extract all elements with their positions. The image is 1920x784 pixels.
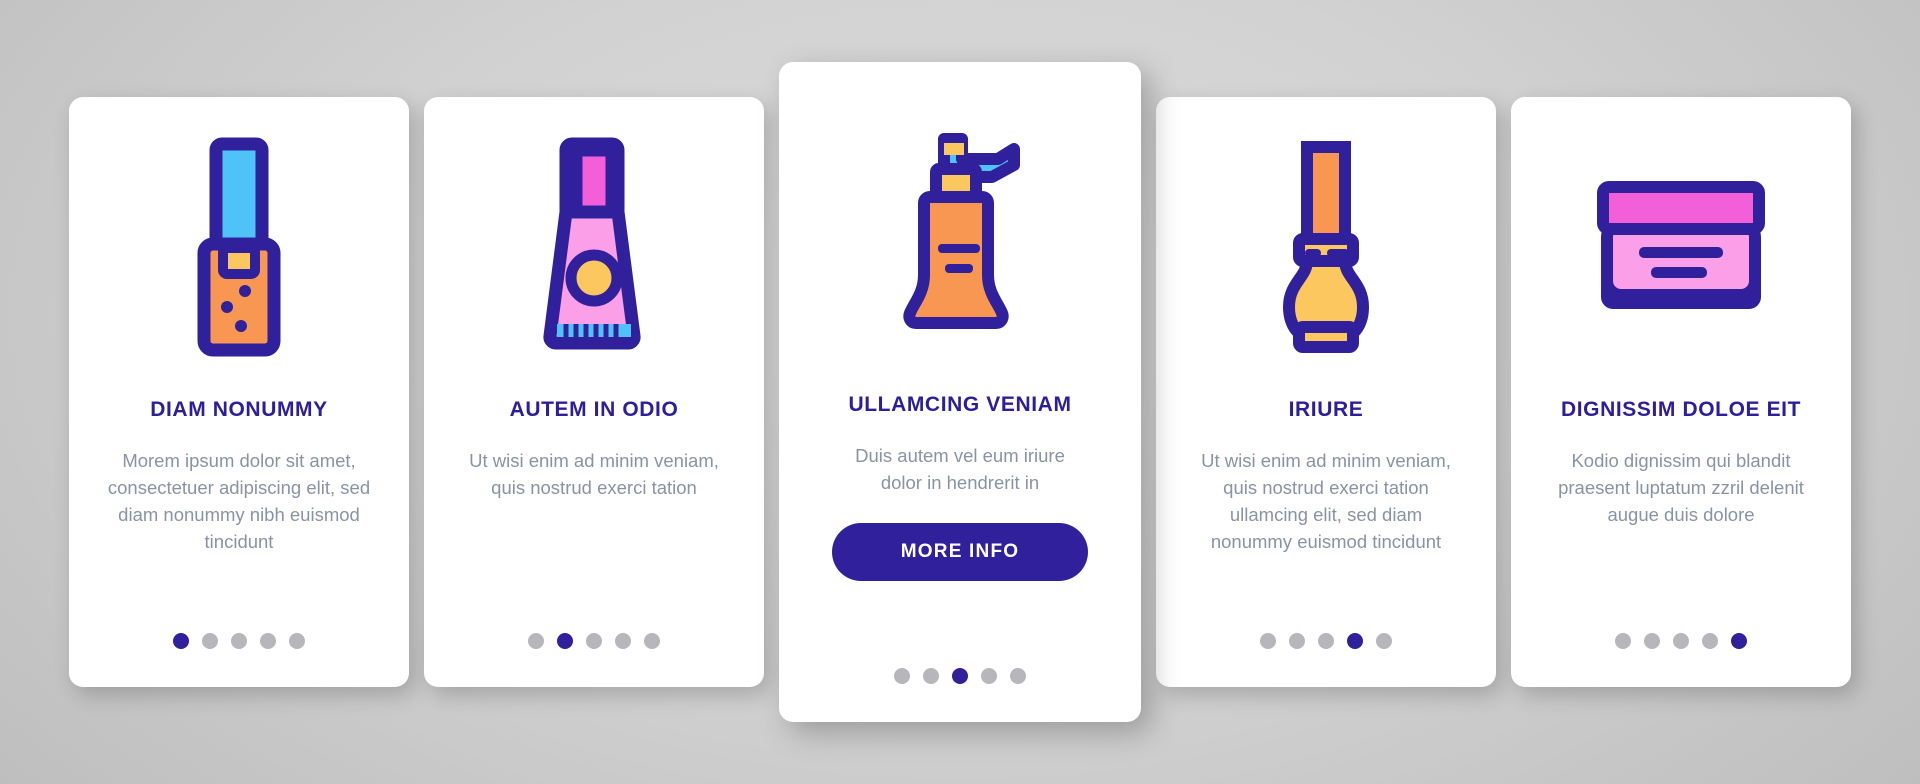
lipstick-applicator-icon <box>69 97 409 397</box>
card-title: AUTEM IN ODIO <box>509 398 679 421</box>
pagination-dot-3[interactable] <box>952 668 968 684</box>
pagination-dot-4[interactable] <box>615 633 631 649</box>
pagination-dot-5[interactable] <box>1731 633 1747 649</box>
pagination-dot-1[interactable] <box>173 633 189 649</box>
pagination-dot-2[interactable] <box>923 668 939 684</box>
pagination-dot-4[interactable] <box>1702 633 1718 649</box>
card-description: Morem ipsum dolor sit amet, consectetuer… <box>107 450 371 552</box>
pump-dispenser-bottle-icon <box>779 62 1141 392</box>
pagination-dot-3[interactable] <box>1673 633 1689 649</box>
onboarding-card-1[interactable]: DIAM NONUMMY Morem ipsum dolor sit amet,… <box>69 97 409 687</box>
pagination-dot-3[interactable] <box>1318 633 1334 649</box>
pagination-dot-2[interactable] <box>202 633 218 649</box>
pagination-dot-3[interactable] <box>231 633 247 649</box>
pagination-dots[interactable] <box>779 668 1141 684</box>
pagination-dot-1[interactable] <box>1260 633 1276 649</box>
pagination-dots[interactable] <box>69 633 409 649</box>
pagination-dots[interactable] <box>1156 633 1496 649</box>
card-title: DIAM NONUMMY <box>150 398 328 421</box>
onboarding-card-2[interactable]: AUTEM IN ODIO Ut wisi enim ad minim veni… <box>424 97 764 687</box>
pagination-dot-5[interactable] <box>644 633 660 649</box>
card-title: DIGNISSIM DOLOE EIT <box>1560 398 1802 421</box>
pagination-dot-3[interactable] <box>586 633 602 649</box>
pagination-dot-1[interactable] <box>528 633 544 649</box>
pagination-dot-5[interactable] <box>1010 668 1026 684</box>
card-title: ULLAMCING VENIAM <box>848 393 1072 416</box>
onboarding-card-3[interactable]: ULLAMCING VENIAM Duis autem vel eum iriu… <box>779 62 1141 722</box>
card-description: Ut wisi enim ad minim veniam, quis nostr… <box>469 450 719 498</box>
pagination-dot-4[interactable] <box>260 633 276 649</box>
card-carousel: DIAM NONUMMY Morem ipsum dolor sit amet,… <box>0 0 1920 784</box>
pagination-dot-2[interactable] <box>557 633 573 649</box>
card-description: Ut wisi enim ad minim veniam, quis nostr… <box>1201 450 1451 552</box>
pagination-dot-1[interactable] <box>894 668 910 684</box>
onboarding-card-4[interactable]: IRIURE Ut wisi enim ad minim veniam, qui… <box>1156 97 1496 687</box>
card-description: Duis autem vel eum iriure dolor in hendr… <box>855 445 1065 493</box>
onboarding-screens-illustration: DIAM NONUMMY Morem ipsum dolor sit amet,… <box>0 0 1920 784</box>
pagination-dot-4[interactable] <box>981 668 997 684</box>
card-title: IRIURE <box>1288 398 1364 421</box>
more-info-button[interactable]: MORE INFO <box>832 522 1088 581</box>
onboarding-card-5[interactable]: DIGNISSIM DOLOE EIT Kodio dignissim qui … <box>1511 97 1851 687</box>
pagination-dot-1[interactable] <box>1615 633 1631 649</box>
cream-jar-icon <box>1511 97 1851 397</box>
cosmetic-tube-icon <box>424 97 764 397</box>
card-description: Kodio dignissim qui blandit praesent lup… <box>1558 450 1804 525</box>
pagination-dots[interactable] <box>1511 633 1851 649</box>
pagination-dot-2[interactable] <box>1289 633 1305 649</box>
pagination-dot-4[interactable] <box>1347 633 1363 649</box>
pagination-dot-2[interactable] <box>1644 633 1660 649</box>
nail-polish-bottle-icon <box>1156 97 1496 397</box>
pagination-dot-5[interactable] <box>1376 633 1392 649</box>
pagination-dots[interactable] <box>424 633 764 649</box>
pagination-dot-5[interactable] <box>289 633 305 649</box>
